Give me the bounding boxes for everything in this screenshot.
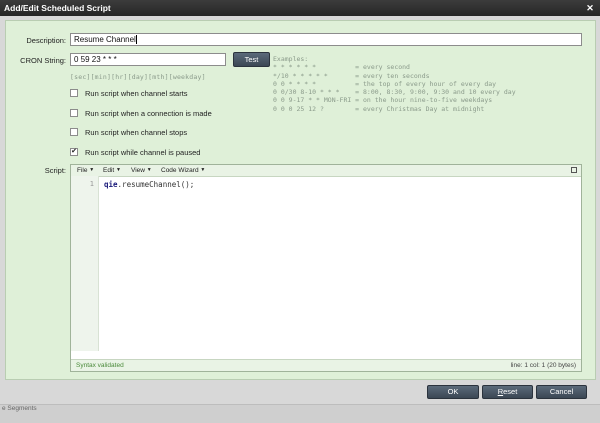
dialog-title: Add/Edit Scheduled Script bbox=[4, 3, 111, 13]
menu-file[interactable]: File ▼ bbox=[77, 165, 94, 176]
ok-button[interactable]: OK bbox=[427, 385, 479, 399]
examples-title: Examples: bbox=[273, 55, 309, 63]
script-label: Script: bbox=[44, 166, 66, 175]
line-number: 1 bbox=[89, 180, 94, 188]
dialog-titlebar: Add/Edit Scheduled Script ✕ bbox=[0, 0, 600, 16]
example-line: */10 * * * * * = every ten seconds bbox=[273, 71, 430, 80]
cron-input[interactable]: 0 59 23 * * * bbox=[70, 53, 226, 66]
menu-view[interactable]: View ▼ bbox=[131, 165, 152, 176]
cron-label: CRON String: bbox=[20, 56, 66, 65]
text-caret bbox=[135, 35, 137, 45]
line-gutter: 1 bbox=[71, 176, 99, 351]
close-icon[interactable]: ✕ bbox=[585, 3, 595, 13]
cron-format-hint: [sec][min][hr][day][mth][weekday] bbox=[70, 73, 206, 81]
syntax-status: Syntax validated bbox=[76, 362, 124, 369]
code-area[interactable]: 1 qie.resumeChannel(); bbox=[71, 176, 581, 351]
maximize-icon[interactable] bbox=[571, 167, 577, 173]
description-input[interactable]: Resume Channel bbox=[70, 33, 582, 46]
menu-code-wizard[interactable]: Code Wizard ▼ bbox=[161, 165, 205, 176]
code-line[interactable]: qie.resumeChannel(); bbox=[104, 180, 194, 189]
example-line: 0 0 9-17 * * MON-FRI = on the hour nine-… bbox=[273, 96, 493, 105]
cursor-position: line: 1 col: 1 (20 bytes) bbox=[510, 362, 576, 369]
example-line: 0 0 0 25 12 ? = every Christmas Day at m… bbox=[273, 104, 485, 113]
description-label: Description: bbox=[26, 36, 66, 45]
dialog-body: Description: Resume Channel CRON String:… bbox=[5, 20, 596, 380]
example-line: 0 0 * * * * = the top of every hour of e… bbox=[273, 79, 497, 88]
cron-examples: Examples: * * * * * * = every second */10 … bbox=[273, 55, 516, 113]
checkmark-icon[interactable]: ✔ bbox=[70, 148, 78, 156]
dropdown-arrow-icon: ▼ bbox=[116, 167, 121, 173]
test-button[interactable]: Test bbox=[233, 52, 270, 67]
example-line: 0 0/30 8-10 * * * = 8:00, 8:30, 9:00, 9:… bbox=[273, 88, 516, 97]
checkbox-unchecked[interactable] bbox=[70, 109, 78, 117]
dropdown-arrow-icon: ▼ bbox=[200, 167, 206, 173]
editor-statusbar: Syntax validated line: 1 col: 1 (20 byte… bbox=[71, 359, 581, 371]
example-line: * * * * * * = every second bbox=[273, 63, 410, 72]
dropdown-arrow-icon: ▼ bbox=[146, 167, 152, 173]
dropdown-arrow-icon: ▼ bbox=[89, 167, 95, 173]
background-window bbox=[0, 404, 600, 423]
cancel-button[interactable]: Cancel bbox=[536, 385, 587, 399]
script-editor: File ▼ Edit ▼ View ▼ Code Wizard ▼ 1 qie… bbox=[70, 164, 582, 372]
reset-button[interactable]: Reset bbox=[482, 385, 533, 399]
background-text: e Segments bbox=[2, 405, 37, 412]
checkbox-unchecked[interactable] bbox=[70, 89, 78, 97]
checkbox-unchecked[interactable] bbox=[70, 128, 78, 136]
menu-edit[interactable]: Edit ▼ bbox=[103, 165, 121, 176]
